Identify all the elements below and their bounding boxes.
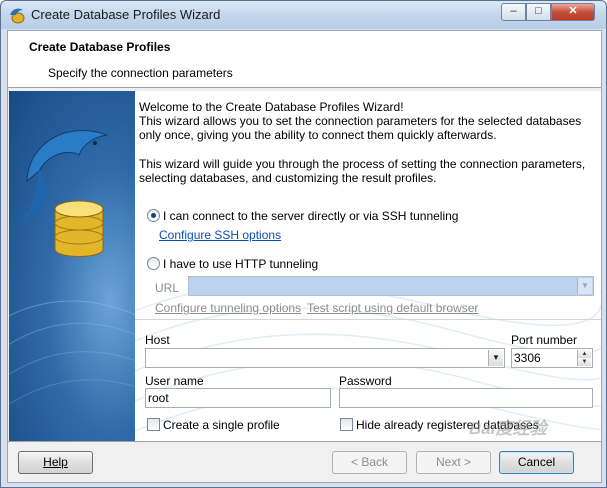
single-profile-checkbox[interactable] [147, 418, 160, 431]
configure-ssh-link[interactable]: Configure SSH options [159, 228, 281, 242]
intro-paragraph-1: This wizard allows you to set the connec… [139, 114, 582, 142]
content-panel: Welcome to the Create Database Profiles … [135, 91, 601, 441]
url-label: URL [155, 281, 180, 295]
chevron-down-icon[interactable]: ▼ [577, 278, 592, 294]
port-label: Port number [511, 333, 578, 347]
single-profile-label[interactable]: Create a single profile [163, 418, 280, 432]
http-tunneling-radio[interactable] [147, 257, 160, 270]
hide-registered-checkbox[interactable] [340, 418, 353, 431]
section-divider [135, 319, 601, 320]
back-button[interactable]: < Back [332, 451, 407, 474]
configure-tunneling-link[interactable]: Configure tunneling options [155, 301, 301, 315]
page-subtitle: Specify the connection parameters [48, 66, 233, 80]
app-dolphin-icon [10, 8, 25, 24]
direct-connection-label[interactable]: I can connect to the server directly or … [163, 209, 458, 223]
dolphin-database-icon [21, 130, 108, 257]
username-label: User name [145, 374, 204, 388]
page-title: Create Database Profiles [29, 40, 171, 54]
spin-down-icon[interactable]: ▼ [577, 358, 591, 366]
cancel-button[interactable]: Cancel [499, 451, 574, 474]
watermark: Bai度经验 [469, 419, 547, 438]
port-stepper[interactable]: 3306 ▲ ▼ [511, 348, 593, 368]
spin-up-icon[interactable]: ▲ [577, 350, 591, 358]
direct-connection-radio[interactable] [147, 209, 160, 222]
help-button-label: Help [43, 455, 68, 469]
next-button[interactable]: Next > [416, 451, 491, 474]
chevron-down-icon[interactable]: ▼ [488, 350, 503, 366]
wizard-header: Create Database Profiles Specify the con… [8, 31, 601, 88]
footer-divider [8, 441, 601, 442]
host-label: Host [145, 333, 170, 347]
close-button[interactable]: ✕ [551, 3, 595, 21]
password-label: Password [339, 374, 392, 388]
intro-paragraph-2: This wizard will guide you through the p… [139, 157, 586, 185]
help-button[interactable]: Help [18, 451, 93, 474]
title-bar[interactable]: Create Database Profiles Wizard – □ ✕ [1, 1, 606, 29]
maximize-button[interactable]: □ [526, 3, 551, 21]
sidebar-banner [9, 91, 135, 441]
sidebar-art [9, 130, 135, 405]
host-dropdown[interactable]: ▼ [145, 348, 505, 368]
http-tunneling-label[interactable]: I have to use HTTP tunneling [163, 257, 318, 271]
test-script-link[interactable]: Test script using default browser [307, 301, 478, 315]
port-value: 3306 [514, 351, 541, 365]
wizard-window: Create Database Profiles Wizard – □ ✕ Cr… [0, 0, 607, 488]
window-title: Create Database Profiles Wizard [31, 7, 221, 22]
username-field[interactable]: root [145, 388, 331, 408]
welcome-text: Welcome to the Create Database Profiles … [139, 100, 404, 114]
minimize-button[interactable]: – [501, 3, 526, 21]
url-dropdown[interactable]: ▼ [188, 276, 594, 296]
password-field[interactable] [339, 388, 593, 408]
